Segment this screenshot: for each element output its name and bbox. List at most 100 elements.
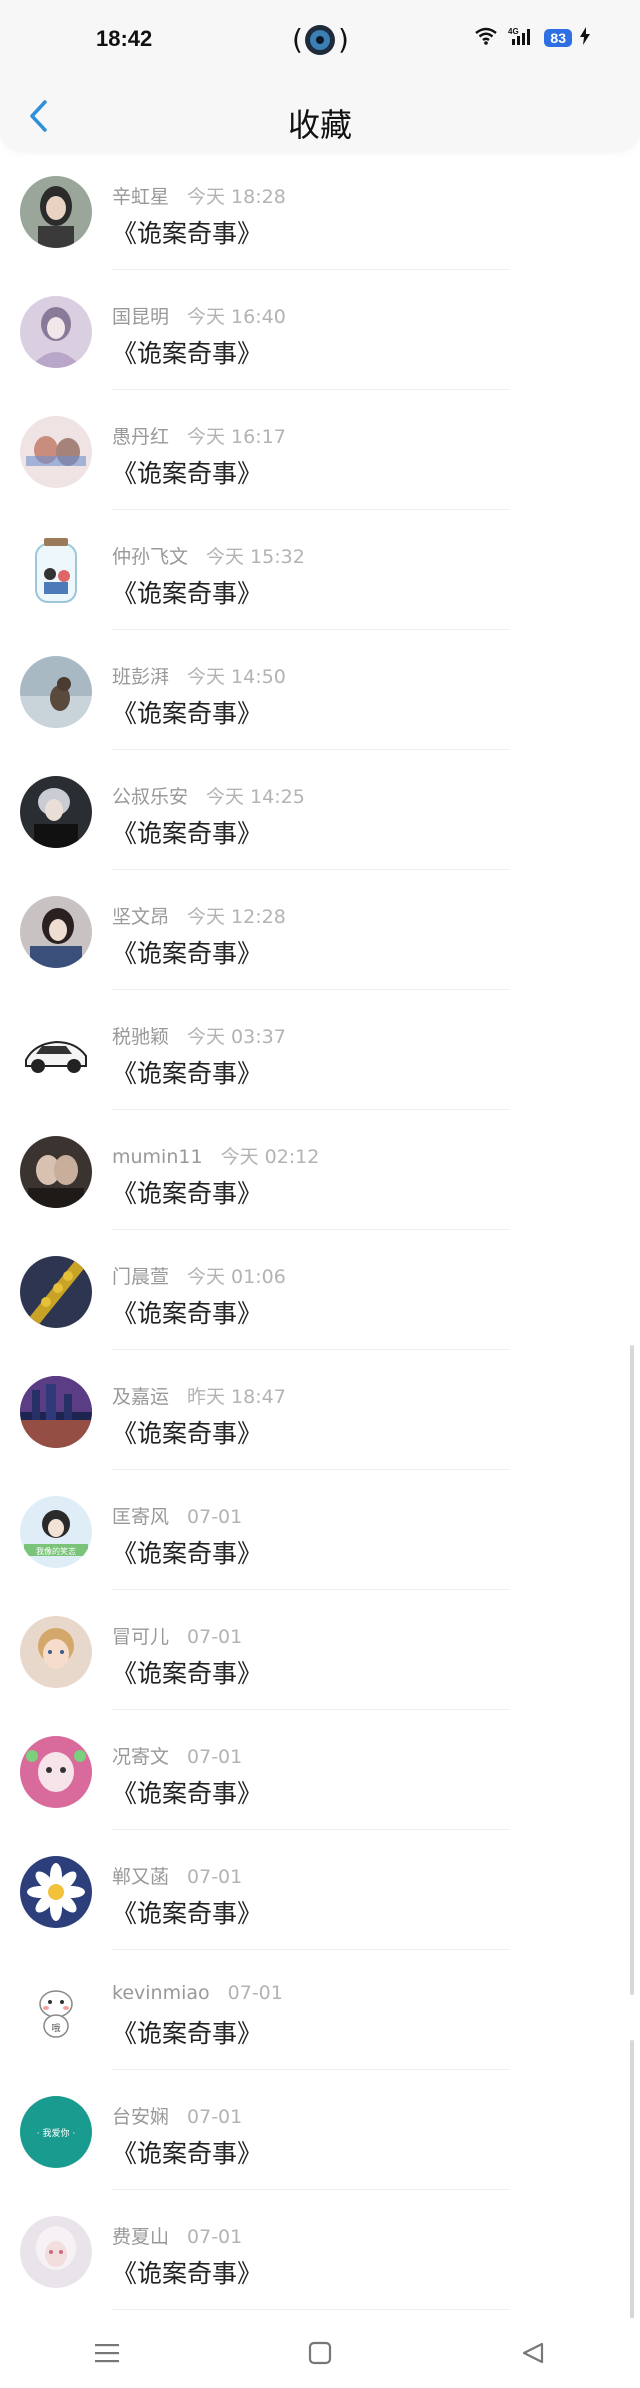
list-item[interactable]: 我像的笑志 匡寄风 07-01 《诡案奇事》 — [0, 1470, 640, 1590]
timestamp: 今天 02:12 — [220, 1146, 320, 1168]
book-title: 《诡案奇事》 — [112, 2259, 263, 2288]
avatar[interactable] — [20, 1616, 92, 1688]
item-meta: 台安娴 07-01 — [112, 2102, 242, 2129]
item-meta: 门晨萱 今天 01:06 — [112, 1262, 286, 1289]
svg-text:): ) — [338, 23, 349, 56]
item-meta: 坚文昂 今天 12:28 — [112, 902, 286, 929]
user-name: 公叔乐安 — [112, 786, 189, 808]
user-name: 及嘉运 — [112, 1386, 170, 1408]
avatar-caption: 哦 — [51, 2022, 60, 2034]
book-title: 《诡案奇事》 — [112, 1059, 263, 1088]
list-item[interactable]: 坚文昂 今天 12:28 《诡案奇事》 — [0, 870, 640, 990]
book-title: 《诡案奇事》 — [112, 459, 263, 488]
timestamp: 今天 14:50 — [187, 666, 286, 688]
item-meta: 仲孙飞文 今天 15:32 — [112, 542, 305, 569]
list-item[interactable]: 辛虹星 今天 18:28 《诡案奇事》 — [0, 150, 640, 270]
battery-level: 83 — [544, 29, 572, 47]
avatar[interactable]: · 我爱你 · — [20, 2096, 92, 2168]
app-header: 18:42 ( ) 4G 83 收藏 — [0, 0, 640, 150]
item-meta: 费夏山 07-01 — [112, 2222, 242, 2249]
back-nav-button[interactable] — [503, 2333, 563, 2373]
item-meta: 匡寄风 07-01 — [112, 1502, 242, 1529]
scrollbar[interactable] — [630, 2040, 634, 2330]
user-name: 门晨萱 — [112, 1266, 170, 1288]
book-title: 《诡案奇事》 — [112, 2019, 263, 2048]
timestamp: 07-01 — [187, 1746, 243, 1768]
list-item[interactable]: 费夏山 07-01 《诡案奇事》 — [0, 2190, 640, 2310]
timestamp: 今天 14:25 — [206, 786, 305, 808]
list-item[interactable]: 税驰颖 今天 03:37 《诡案奇事》 — [0, 990, 640, 1110]
avatar[interactable] — [20, 296, 92, 368]
avatar[interactable] — [20, 1256, 92, 1328]
list-item[interactable]: 郸又菡 07-01 《诡案奇事》 — [0, 1830, 640, 1950]
list-item[interactable]: 国昆明 今天 16:40 《诡案奇事》 — [0, 270, 640, 390]
user-name: 郸又菡 — [112, 1866, 170, 1888]
avatar[interactable]: 我像的笑志 — [20, 1496, 92, 1568]
list-item[interactable]: 冒可儿 07-01 《诡案奇事》 — [0, 1590, 640, 1710]
user-name: 班彭湃 — [112, 666, 170, 688]
timestamp: 今天 01:06 — [187, 1266, 286, 1288]
item-meta: 冒可儿 07-01 — [112, 1622, 242, 1649]
camera-island-icon: ( ) — [288, 18, 352, 62]
book-title: 《诡案奇事》 — [112, 2139, 263, 2168]
list-item[interactable]: 门晨萱 今天 01:06 《诡案奇事》 — [0, 1230, 640, 1350]
avatar[interactable] — [20, 416, 92, 488]
item-meta: 郸又菡 07-01 — [112, 1862, 242, 1889]
user-name: 坚文昂 — [112, 906, 170, 928]
user-name: 匡寄风 — [112, 1506, 170, 1528]
user-name: 国昆明 — [112, 306, 170, 328]
book-title: 《诡案奇事》 — [112, 1899, 263, 1928]
list-item[interactable]: · 我爱你 · 台安娴 07-01 《诡案奇事》 — [0, 2070, 640, 2190]
home-icon — [308, 2341, 332, 2365]
favorites-list: 辛虹星今天 18:28 《诡案奇事》 国昆明今天 16:40 《诡案奇事》 — [0, 150, 640, 2310]
avatar[interactable] — [20, 1016, 92, 1088]
timestamp: 07-01 — [187, 2226, 243, 2248]
avatar-caption: 我像的笑志 — [36, 1546, 76, 1556]
scrollbar[interactable] — [630, 1345, 634, 1995]
svg-text:(: ( — [292, 23, 303, 56]
user-name: 冒可儿 — [112, 1626, 170, 1648]
avatar[interactable] — [20, 1376, 92, 1448]
avatar-caption: · 我爱你 · — [37, 2127, 75, 2139]
avatar[interactable] — [20, 536, 92, 608]
timestamp: 07-01 — [187, 1626, 243, 1648]
item-meta: 税驰颖 今天 03:37 — [112, 1022, 286, 1049]
list-item[interactable]: 愚丹红 今天 16:17 《诡案奇事》 — [0, 390, 640, 510]
book-title: 《诡案奇事》 — [112, 1779, 263, 1808]
timestamp: 07-01 — [227, 1982, 283, 2004]
avatar[interactable] — [20, 176, 92, 248]
list-item[interactable]: mumin11 今天 02:12 《诡案奇事》 — [0, 1110, 640, 1230]
list-item[interactable]: 公叔乐安 今天 14:25 《诡案奇事》 — [0, 750, 640, 870]
home-button[interactable] — [290, 2333, 350, 2373]
avatar[interactable] — [20, 1856, 92, 1928]
list-item[interactable]: 哦 kevinmiao 07-01 《诡案奇事》 — [0, 1950, 640, 2070]
menu-icon — [94, 2344, 119, 2363]
timestamp: 昨天 18:47 — [187, 1386, 286, 1408]
item-meta: 辛虹星 今天 18:28 — [112, 182, 286, 209]
item-meta: 国昆明 今天 16:40 — [112, 302, 286, 329]
book-title: 《诡案奇事》 — [112, 1419, 263, 1448]
item-meta: 班彭湃 今天 14:50 — [112, 662, 286, 689]
avatar[interactable] — [20, 656, 92, 728]
status-time: 18:42 — [96, 26, 153, 51]
user-name: 愚丹红 — [112, 426, 170, 448]
avatar[interactable] — [20, 1136, 92, 1208]
book-title: 《诡案奇事》 — [112, 1659, 263, 1688]
list-item[interactable]: 况寄文 07-01 《诡案奇事》 — [0, 1710, 640, 1830]
user-name: 台安娴 — [112, 2106, 170, 2128]
user-name: 辛虹星 — [112, 186, 170, 208]
avatar[interactable] — [20, 2216, 92, 2288]
avatar[interactable]: 哦 — [20, 1976, 92, 2048]
avatar[interactable] — [20, 1736, 92, 1808]
divider — [112, 2309, 510, 2310]
page-title: 收藏 — [287, 106, 352, 144]
menu-button[interactable] — [77, 2333, 137, 2373]
user-name: 费夏山 — [112, 2226, 170, 2248]
list-item[interactable]: 及嘉运 昨天 18:47 《诡案奇事》 — [0, 1350, 640, 1470]
charging-icon — [580, 27, 590, 49]
avatar[interactable] — [20, 776, 92, 848]
list-item[interactable]: 仲孙飞文 今天 15:32 《诡案奇事》 — [0, 510, 640, 630]
list-item[interactable]: 班彭湃 今天 14:50 《诡案奇事》 — [0, 630, 640, 750]
avatar[interactable] — [20, 896, 92, 968]
timestamp: 今天 16:17 — [187, 426, 286, 448]
